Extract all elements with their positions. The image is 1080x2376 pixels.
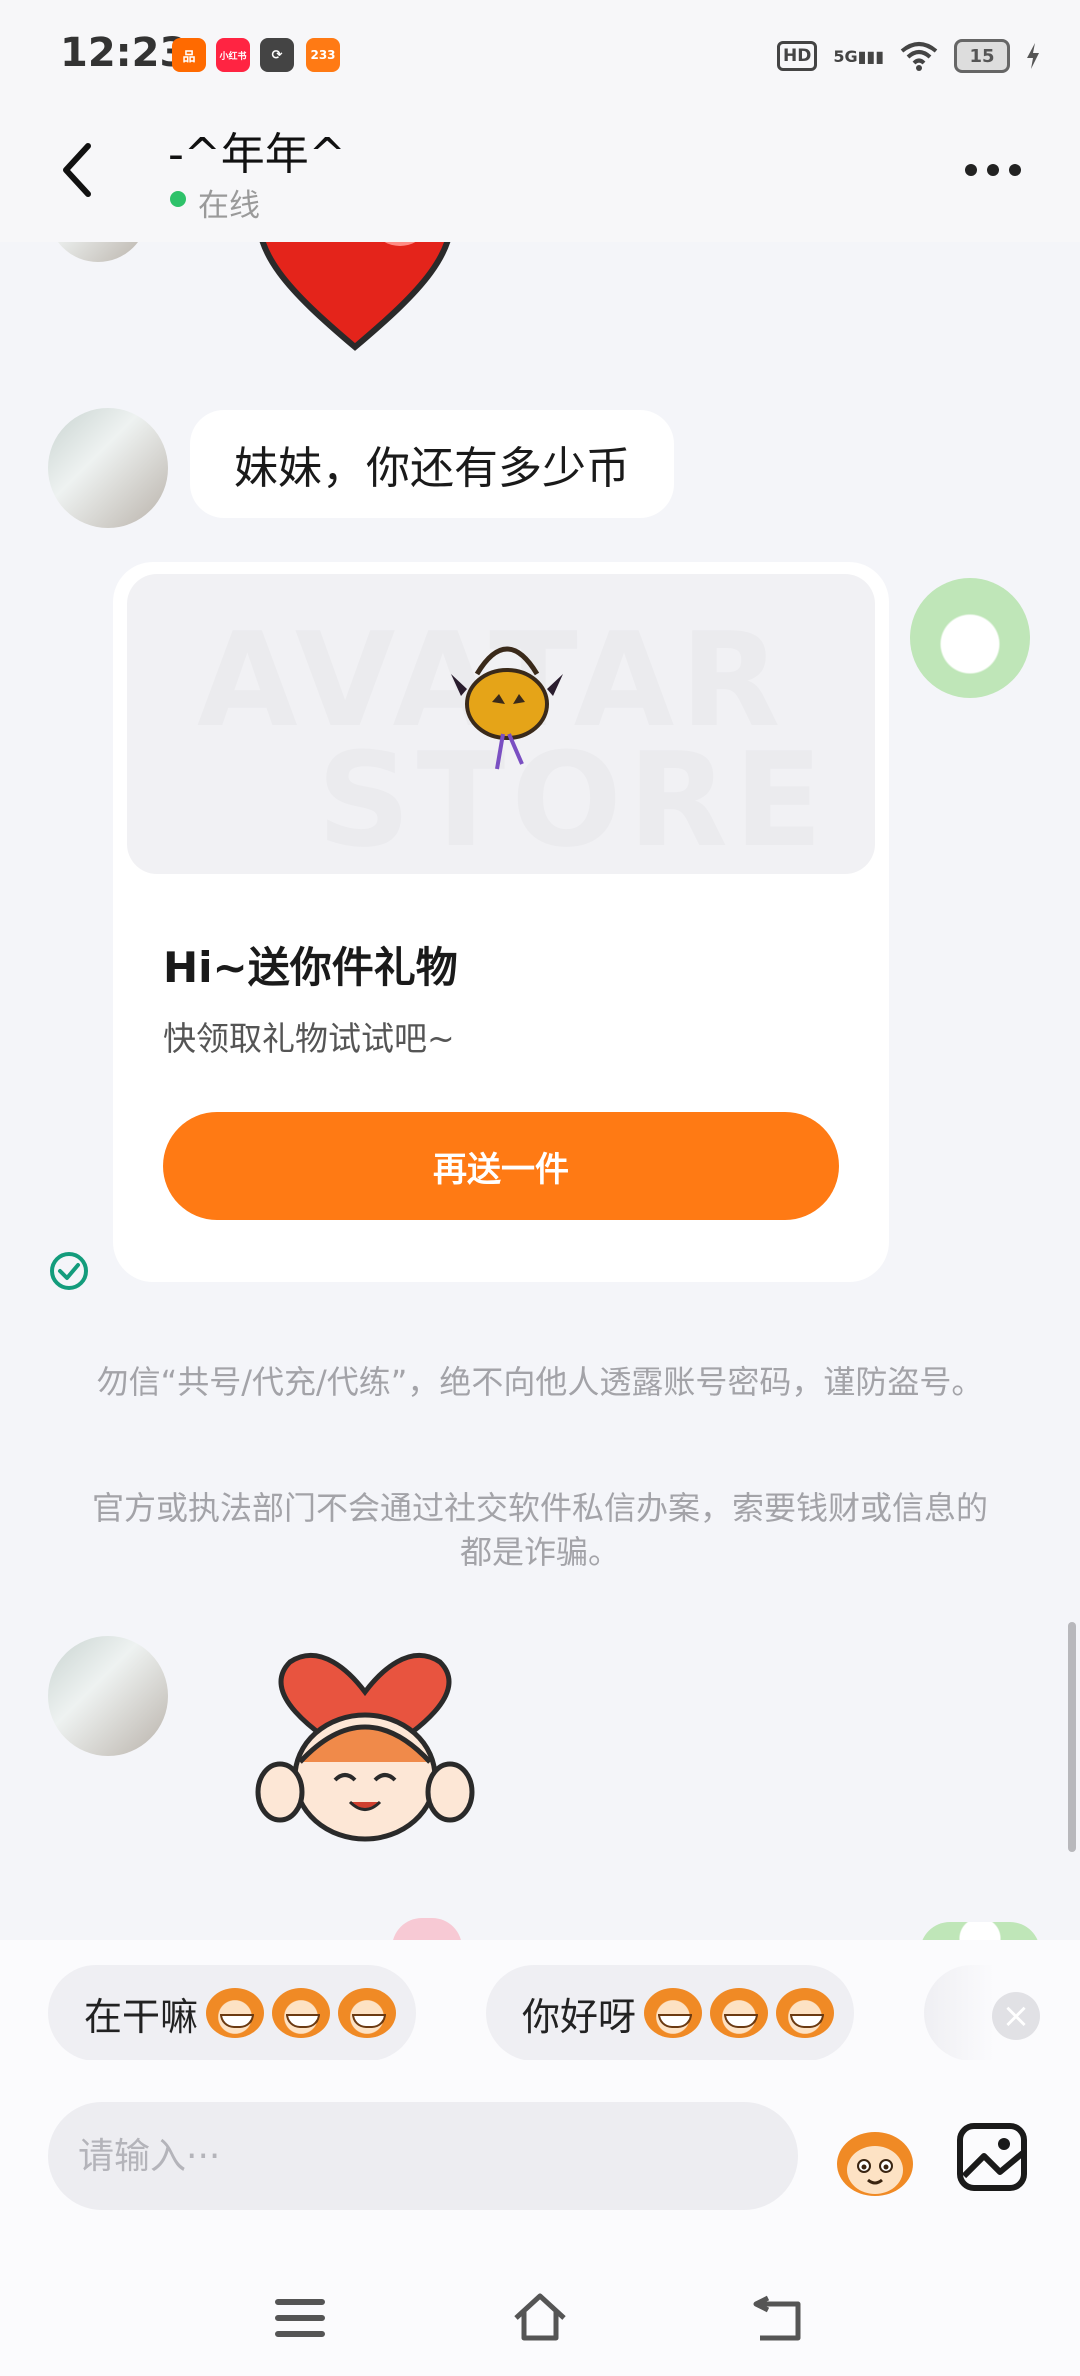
gift-card[interactable]: AVATAR STORE Hi~送你件礼物 快领取礼物试试吧~ 再送一件 [113, 562, 889, 1282]
status-time: 12:23 [60, 30, 188, 76]
image-picker-icon[interactable] [956, 2122, 1028, 2192]
quick-reply-label: 在干嘛 [84, 1994, 199, 2039]
status-indicators: HD 5G▮▮▮ 15 [776, 36, 1040, 76]
hd-icon: HD [776, 41, 818, 71]
app-notification-icon: ⟳ [260, 38, 294, 72]
girl-heart-sticker [255, 1653, 475, 1842]
heart-sticker [250, 242, 460, 352]
fraud-notice: 官方或执法部门不会通过社交软件私信办案，索要钱财或信息的都是诈骗。 [91, 1489, 988, 1571]
security-notice: 勿信“共号/代充/代练”，绝不向他人透露账号密码，谨防盗号。 [96, 1363, 984, 1401]
quick-reply-bar: 在干嘛 你好呀 [0, 1940, 1080, 2061]
my-avatar[interactable] [920, 1922, 1040, 1940]
store-watermark: STORE [317, 724, 829, 874]
back-nav-icon[interactable] [750, 2290, 810, 2346]
message-bubble[interactable]: 妹妹，你还有多少币 [190, 410, 674, 518]
close-quick-replies-icon[interactable]: × [992, 1992, 1040, 2040]
quick-reply-chip[interactable]: 你好呀 [486, 1965, 855, 2061]
sticker-message[interactable] [250, 1652, 480, 1852]
app-notification-icon: 233 [306, 38, 340, 72]
message-input[interactable] [48, 2102, 798, 2210]
emoji-sticker-icon[interactable] [832, 2122, 918, 2198]
charging-icon [1027, 43, 1039, 69]
read-check-icon [50, 1252, 88, 1290]
smile-emoji-icon [710, 1988, 769, 2038]
gift-card-subtitle: 快领取礼物试试吧~ [163, 1019, 455, 1058]
pumpkin-basket-icon [451, 646, 563, 770]
battery-icon: 15 [954, 39, 1010, 73]
my-avatar[interactable] [910, 578, 1030, 698]
online-status-dot [170, 191, 186, 207]
more-options-icon[interactable] [965, 160, 1025, 180]
grin-emoji-icon [338, 1988, 397, 2038]
app-notification-icon: 品 [172, 38, 206, 72]
send-another-gift-button[interactable]: 再送一件 [163, 1112, 839, 1220]
smile-emoji-icon [644, 1988, 703, 2038]
chat-area: 妹妹，你还有多少币 AVATAR STORE Hi~送你件礼物 快领取礼物试试吧… [0, 242, 1080, 1940]
contact-name: -^年年^ [168, 129, 346, 180]
app-notification-icon: 小红书 [216, 38, 250, 72]
quick-reply-chip-partial[interactable] [924, 1965, 994, 2061]
sticker-partial [392, 1918, 462, 1940]
grin-emoji-icon [206, 1988, 265, 2038]
gift-card-title: Hi~送你件礼物 [163, 943, 458, 992]
wifi-icon [900, 42, 938, 71]
network-type: 5G [833, 46, 858, 66]
scrollbar[interactable] [1068, 1622, 1076, 1852]
contact-avatar[interactable] [48, 1636, 168, 1756]
gift-preview: AVATAR STORE [127, 574, 875, 874]
grin-emoji-icon [272, 1988, 331, 2038]
online-status-label: 在线 [198, 188, 260, 224]
menu-icon[interactable] [270, 2290, 330, 2346]
chat-header [0, 100, 1080, 242]
quick-reply-label: 你好呀 [522, 1994, 637, 2039]
message-text: 妹妹，你还有多少币 [234, 443, 630, 494]
contact-avatar[interactable] [48, 242, 148, 262]
contact-avatar[interactable] [48, 408, 168, 528]
home-icon[interactable] [510, 2290, 570, 2346]
quick-reply-chip[interactable]: 在干嘛 [48, 1965, 417, 2061]
back-arrow-icon[interactable] [58, 140, 98, 200]
smile-emoji-icon [776, 1988, 835, 2038]
signal-icon: 5G▮▮▮ [833, 46, 884, 66]
